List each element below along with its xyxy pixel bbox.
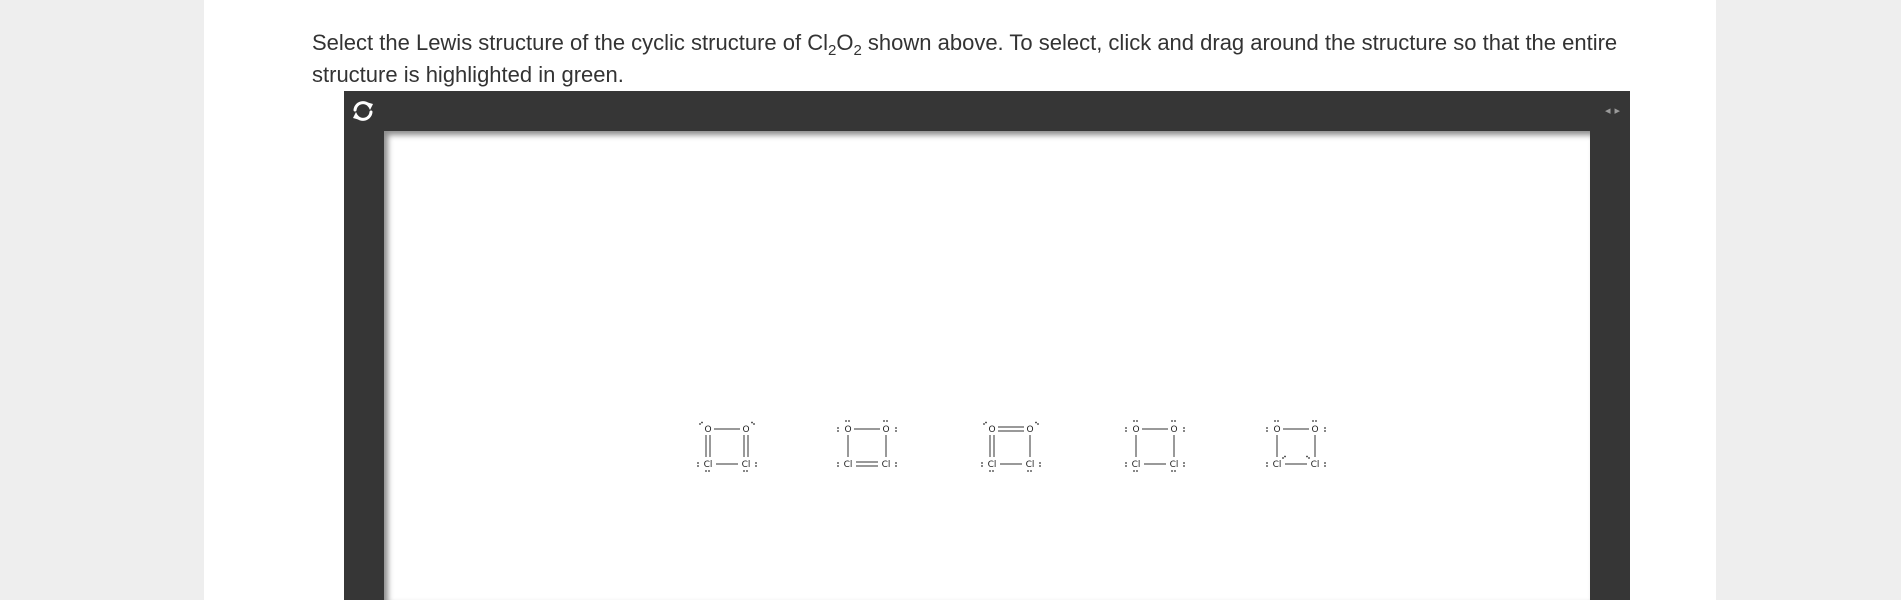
oxygen-atom: O bbox=[704, 425, 711, 435]
chlorine-atom: Cl bbox=[1311, 460, 1320, 470]
question-text: Select the Lewis structure of the cyclic… bbox=[312, 30, 1618, 87]
question-panel: Select the Lewis structure of the cyclic… bbox=[204, 0, 1716, 600]
lewis-structure-b[interactable]: O O Cl Cl bbox=[834, 419, 900, 479]
drawing-canvas[interactable]: O O Cl Cl O O Cl Cl O O Cl Cl O O Cl Cl … bbox=[384, 131, 1590, 600]
arrow-left-icon[interactable]: ◂ bbox=[1605, 104, 1611, 118]
chlorine-atom: Cl bbox=[882, 460, 891, 470]
lewis-structure-c[interactable]: O O Cl Cl bbox=[978, 419, 1044, 479]
pan-arrows[interactable]: ◂ ▸ bbox=[1605, 104, 1620, 118]
lewis-structure-e[interactable]: O O Cl Cl bbox=[1263, 419, 1329, 479]
oxygen-atom: O bbox=[1273, 425, 1280, 435]
chlorine-atom: Cl bbox=[704, 460, 713, 470]
arrow-right-icon[interactable]: ▸ bbox=[1614, 104, 1620, 118]
oxygen-atom: O bbox=[742, 425, 749, 435]
chlorine-atom: Cl bbox=[844, 460, 853, 470]
oxygen-atom: O bbox=[882, 425, 889, 435]
chlorine-atom: Cl bbox=[1170, 460, 1179, 470]
chlorine-atom: Cl bbox=[988, 460, 997, 470]
oxygen-atom: O bbox=[1170, 425, 1177, 435]
lewis-structure-a[interactable]: O O Cl Cl bbox=[694, 419, 760, 479]
chlorine-atom: Cl bbox=[742, 460, 751, 470]
oxygen-atom: O bbox=[1311, 425, 1318, 435]
refresh-icon[interactable] bbox=[348, 96, 378, 126]
oxygen-atom: O bbox=[988, 425, 995, 435]
lewis-structure-d[interactable]: O O Cl Cl bbox=[1122, 419, 1188, 479]
oxygen-atom: O bbox=[1026, 425, 1033, 435]
oxygen-atom: O bbox=[1132, 425, 1139, 435]
chlorine-atom: Cl bbox=[1132, 460, 1141, 470]
chlorine-atom: Cl bbox=[1273, 460, 1282, 470]
oxygen-atom: O bbox=[844, 425, 851, 435]
chlorine-atom: Cl bbox=[1026, 460, 1035, 470]
structure-viewer: ◂ ▸ O O Cl Cl O O Cl Cl O O Cl Cl O O Cl… bbox=[344, 91, 1630, 600]
